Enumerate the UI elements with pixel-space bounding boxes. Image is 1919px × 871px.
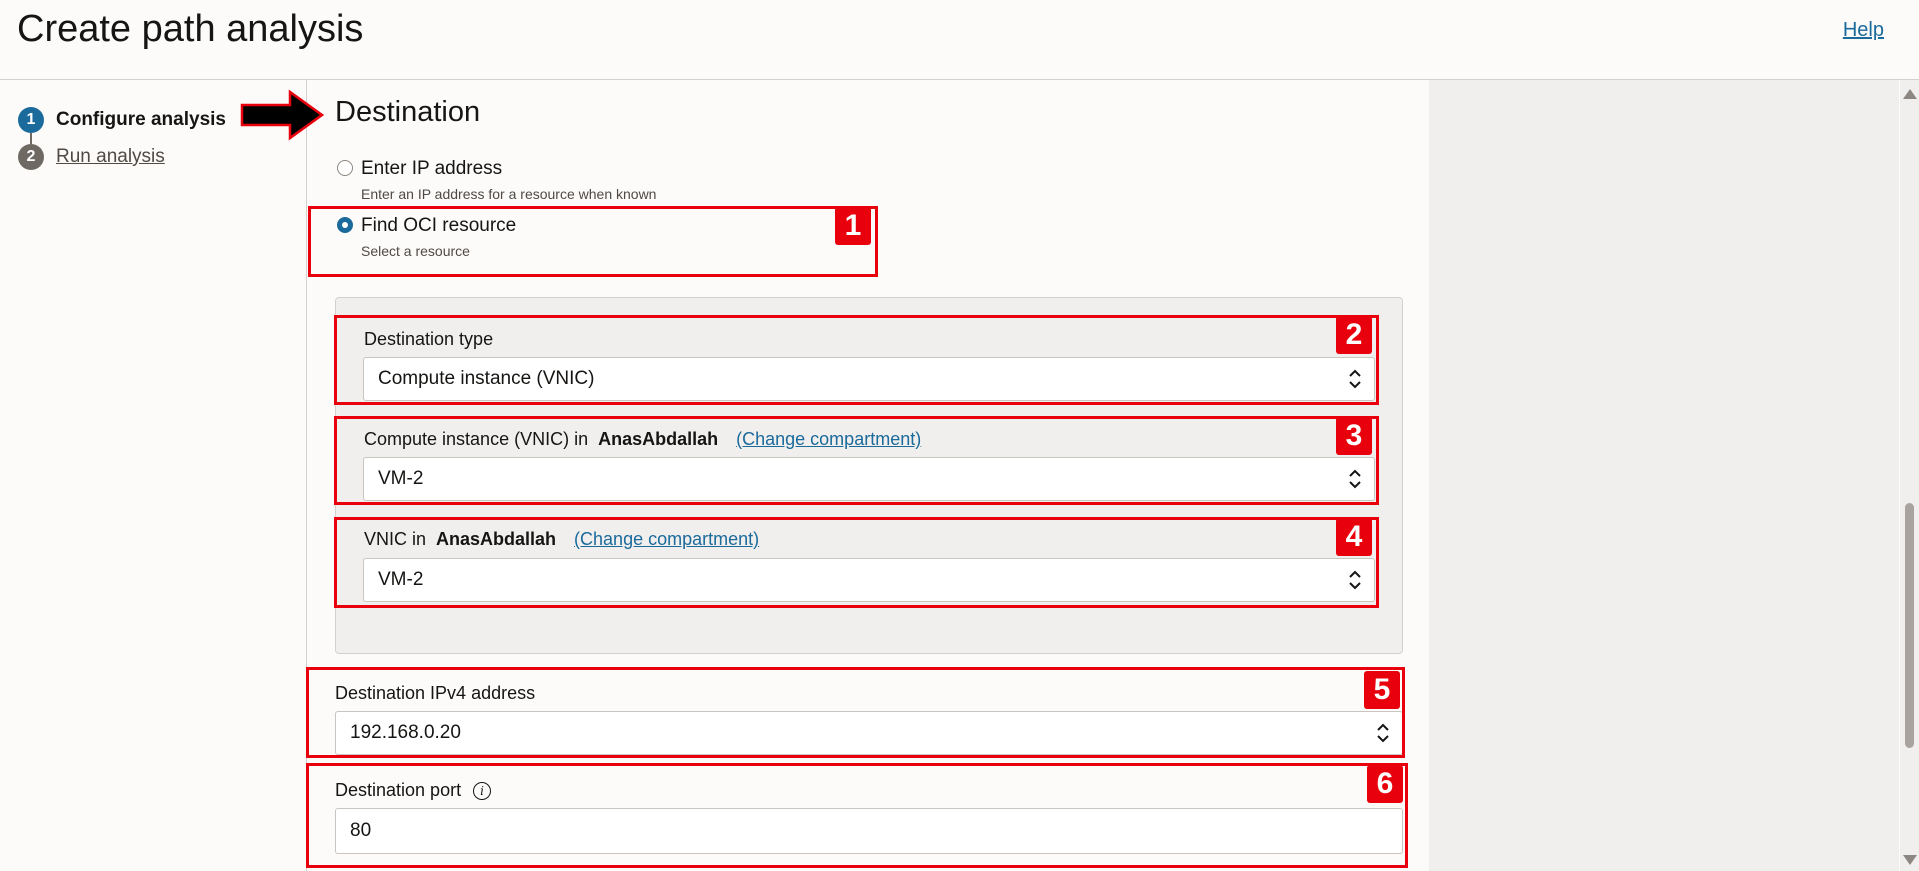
annotation-badge-3: 3: [1336, 417, 1372, 455]
step-number-1: 1: [18, 107, 44, 133]
step-label: Run analysis: [56, 146, 165, 167]
scrollbar-thumb[interactable]: [1905, 503, 1914, 748]
annotation-box-1: [308, 206, 878, 277]
annotation-badge-4: 4: [1336, 518, 1372, 556]
annotation-badge-5: 5: [1364, 671, 1400, 709]
vertical-scrollbar[interactable]: [1900, 80, 1919, 871]
radio-enter-ip[interactable]: [337, 160, 353, 176]
annotation-badge-2: 2: [1336, 316, 1372, 354]
annotation-box-3: [334, 416, 1379, 505]
option-enter-ip-label: Enter IP address: [361, 158, 503, 179]
scroll-up-arrow-icon[interactable]: [1903, 89, 1917, 99]
page-title: Create path analysis: [17, 8, 364, 50]
step-number-2: 2: [18, 144, 44, 170]
option-enter-ip-help: Enter an IP address for a resource when …: [361, 186, 657, 202]
scroll-down-arrow-icon[interactable]: [1903, 855, 1917, 865]
annotation-box-5: [306, 667, 1405, 758]
annotation-badge-6: 6: [1367, 765, 1403, 803]
step-configure-analysis[interactable]: 1 Configure analysis: [18, 107, 226, 133]
destination-title: Destination: [335, 96, 481, 128]
pointer-arrow-icon: [240, 89, 324, 141]
annotation-box-4: [334, 517, 1379, 608]
step-label: Configure analysis: [56, 109, 226, 130]
right-side-pane: [1429, 80, 1899, 871]
page-header: Create path analysis Help: [0, 0, 1919, 80]
step-run-analysis[interactable]: 2 Run analysis: [18, 144, 165, 170]
annotation-badge-1: 1: [835, 207, 871, 245]
annotation-box-6: [306, 763, 1408, 868]
annotation-box-2: [334, 315, 1379, 405]
step-connector: [30, 133, 32, 144]
help-link[interactable]: Help: [1843, 19, 1884, 42]
